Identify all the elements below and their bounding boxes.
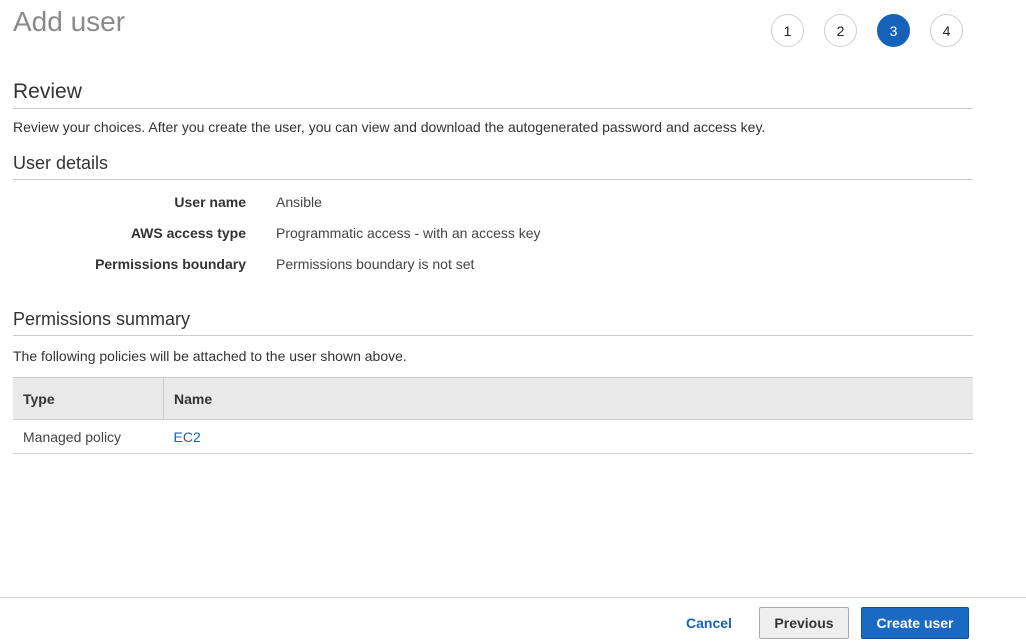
table-header-row: Type Name (13, 377, 973, 420)
step-4[interactable]: 4 (930, 14, 963, 47)
review-heading: Review (13, 80, 973, 109)
column-header-type[interactable]: Type (13, 377, 164, 420)
access-type-label: AWS access type (130, 225, 246, 241)
detail-row-user-name: User name Ansible (13, 194, 713, 210)
user-name-label: User name (174, 194, 246, 210)
permissions-summary-heading: Permissions summary (13, 309, 973, 336)
create-user-button[interactable]: Create user (861, 607, 969, 639)
permissions-boundary-value: Permissions boundary is not set (276, 256, 475, 272)
table-row: Managed policy EC2 (13, 419, 973, 454)
column-header-name[interactable]: Name (163, 377, 973, 420)
cancel-button[interactable]: Cancel (670, 607, 748, 639)
policy-name-cell: EC2 (163, 419, 973, 454)
page-title: Add user (13, 6, 126, 37)
policy-type-cell: Managed policy (13, 419, 164, 454)
add-user-page: Add user 1 2 3 4 Review Review your choi… (0, 0, 1026, 643)
step-1[interactable]: 1 (771, 14, 804, 47)
user-name-value: Ansible (276, 194, 322, 210)
step-2[interactable]: 2 (824, 14, 857, 47)
detail-row-access-type: AWS access type Programmatic access - wi… (13, 225, 713, 241)
permissions-boundary-label: Permissions boundary (95, 256, 246, 272)
policies-table: Type Name Managed policy EC2 (13, 377, 973, 454)
review-description: Review your choices. After you create th… (13, 119, 766, 135)
permissions-summary-description: The following policies will be attached … (13, 348, 407, 364)
wizard-footer: Cancel Previous Create user (0, 597, 1026, 643)
wizard-steps: 1 2 3 4 (771, 14, 983, 47)
user-details-heading: User details (13, 153, 973, 180)
step-3-active[interactable]: 3 (877, 14, 910, 47)
previous-button[interactable]: Previous (759, 607, 849, 639)
access-type-value: Programmatic access - with an access key (276, 225, 541, 241)
policy-link-ec2[interactable]: EC2 (174, 429, 201, 445)
detail-row-permissions-boundary: Permissions boundary Permissions boundar… (13, 256, 713, 272)
